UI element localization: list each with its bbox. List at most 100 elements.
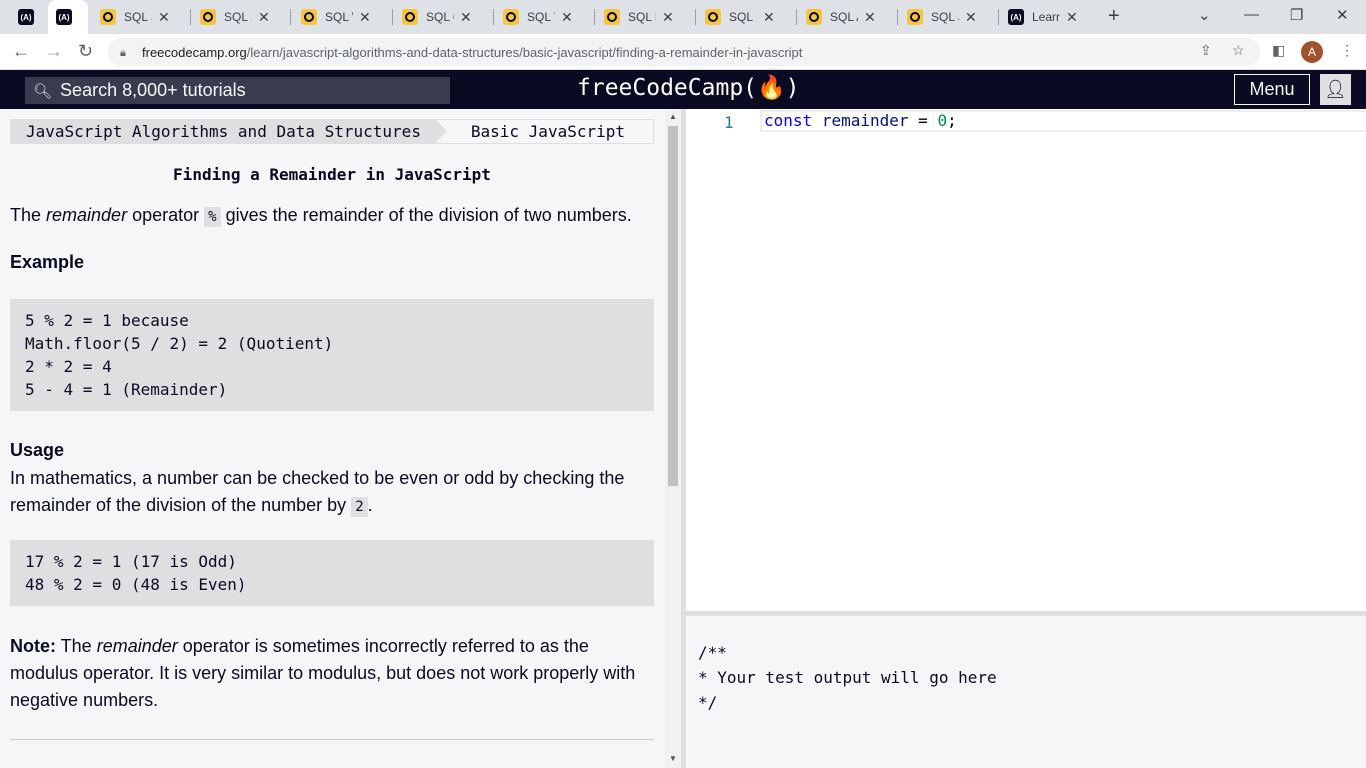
- code-line[interactable]: const remainder = 0;: [760, 110, 1366, 132]
- w3schools-favicon-icon: [705, 9, 721, 25]
- bookmark-star-icon[interactable]: ☆: [1232, 42, 1245, 59]
- search-box: 🔍︎: [25, 77, 450, 104]
- breadcrumb: JavaScript Algorithms and Data Structure…: [10, 119, 654, 144]
- close-tab-icon[interactable]: ✕: [1066, 9, 1078, 26]
- browser-tab-10[interactable]: SQL Jo ✕: [899, 0, 999, 34]
- kebab-menu-icon[interactable]: ⋮: [1340, 42, 1354, 59]
- url-host: freecodecamp.org: [142, 44, 247, 60]
- tab-label: SQL To: [527, 10, 555, 24]
- w3schools-favicon-icon: [907, 9, 923, 25]
- browser-tab-5[interactable]: SQL O ✕: [394, 0, 494, 34]
- new-tab-icon[interactable]: +: [1108, 5, 1120, 28]
- usage-heading: Usage: [10, 440, 65, 460]
- tab-separator: [290, 9, 291, 25]
- forward-icon[interactable]: →: [45, 41, 63, 62]
- tab-label: SQL Jo: [931, 10, 959, 24]
- tab-search-chevron-icon[interactable]: ⌄: [1198, 6, 1211, 24]
- keyword-token: const: [764, 111, 813, 130]
- note-label: Note:: [10, 636, 56, 656]
- minimize-icon[interactable]: —: [1244, 6, 1259, 23]
- browser-tab-3[interactable]: SQL Se ✕: [192, 0, 292, 34]
- instructions-scrollbar[interactable]: ▲ ▼: [665, 109, 681, 768]
- close-tab-icon[interactable]: ✕: [158, 9, 170, 26]
- inline-code: %: [204, 207, 221, 227]
- tab-label: SQL A: [830, 10, 858, 24]
- close-tab-icon[interactable]: ✕: [359, 9, 371, 26]
- browser-tab-9[interactable]: SQL A ✕: [798, 0, 898, 34]
- text: operator: [127, 205, 205, 225]
- address-bar[interactable]: 🔒︎ freecodecamp.org/learn/javascript-alg…: [108, 38, 1260, 66]
- tab-label: SQL W: [325, 10, 353, 24]
- tab-separator: [493, 9, 494, 25]
- back-icon[interactable]: ←: [12, 41, 30, 62]
- section-divider: [10, 739, 654, 740]
- browser-tab-11[interactable]: (A) Learn t ✕: [1000, 0, 1100, 34]
- scroll-up-icon[interactable]: ▲: [669, 112, 677, 121]
- search-input[interactable]: [60, 80, 441, 101]
- w3schools-favicon-icon: [402, 9, 418, 25]
- lock-icon[interactable]: 🔒︎: [120, 47, 130, 59]
- restore-icon[interactable]: ❐: [1290, 6, 1303, 24]
- tab-label: Learn t: [1032, 10, 1060, 24]
- tab-label: SQL Se: [224, 10, 252, 24]
- close-tab-icon[interactable]: ✕: [258, 9, 270, 26]
- test-output-panel: /** * Your test output will go here */: [686, 616, 1366, 768]
- user-avatar-icon[interactable]: 👤︎: [1320, 74, 1351, 105]
- breadcrumb-section[interactable]: Basic JavaScript: [434, 119, 654, 144]
- inline-code: 2: [351, 497, 368, 517]
- freecodecamp-favicon-icon: (A): [18, 9, 34, 25]
- freecodecamp-favicon-icon: (A): [56, 9, 72, 25]
- browser-toolbar: ← → ↻ 🔒︎ freecodecamp.org/learn/javascri…: [0, 34, 1366, 70]
- side-panel-icon[interactable]: ◧: [1272, 42, 1285, 59]
- browser-tab-8[interactable]: SQL In ✕: [697, 0, 797, 34]
- menu-button[interactable]: Menu: [1234, 74, 1310, 105]
- browser-tab-6[interactable]: SQL To ✕: [495, 0, 595, 34]
- close-tab-icon[interactable]: ✕: [965, 9, 977, 26]
- browser-tab-4[interactable]: SQL W ✕: [293, 0, 393, 34]
- close-tab-icon[interactable]: ✕: [864, 9, 876, 26]
- share-icon[interactable]: ⇪: [1200, 42, 1212, 59]
- browser-tab-1[interactable]: (A): [48, 0, 88, 34]
- usage-paragraph: In mathematics, a number can be checked …: [10, 465, 654, 521]
- browser-tab-7[interactable]: SQL D ✕: [596, 0, 696, 34]
- code-editor[interactable]: 1 const remainder = 0;: [686, 109, 1366, 611]
- tab-label: SQL In: [729, 10, 757, 24]
- intro-paragraph: The remainder operator % gives the remai…: [10, 202, 654, 231]
- scrollbar-thumb[interactable]: [668, 126, 678, 486]
- text: gives the remainder of the division of t…: [220, 205, 632, 225]
- tab-separator: [190, 9, 191, 25]
- breadcrumb-course[interactable]: JavaScript Algorithms and Data Structure…: [10, 119, 447, 144]
- close-window-icon[interactable]: ✕: [1336, 6, 1349, 24]
- usage-code-block: 17 % 2 = 1 (17 is Odd) 48 % 2 = 0 (48 is…: [10, 540, 654, 606]
- tab-label: SQL O: [426, 10, 454, 24]
- tab-separator: [695, 9, 696, 25]
- fcc-logo[interactable]: freeCodeCamp(🔥): [577, 74, 800, 101]
- challenge-title: Finding a Remainder in JavaScript: [173, 165, 491, 184]
- w3schools-favicon-icon: [806, 9, 822, 25]
- tab-separator: [392, 9, 393, 25]
- w3schools-favicon-icon: [604, 9, 620, 25]
- close-tab-icon[interactable]: ✕: [460, 9, 472, 26]
- reload-icon[interactable]: ↻: [78, 41, 93, 62]
- scroll-down-icon[interactable]: ▼: [669, 754, 677, 763]
- profile-avatar[interactable]: A: [1301, 41, 1323, 63]
- text: The: [56, 636, 97, 656]
- tab-separator: [998, 9, 999, 25]
- text: In mathematics, a number can be checked …: [10, 468, 625, 515]
- number-token: 0: [937, 111, 948, 130]
- emphasis: remainder: [46, 205, 128, 225]
- text: The: [10, 205, 47, 225]
- w3schools-favicon-icon: [200, 9, 216, 25]
- operator-token: =: [918, 111, 928, 130]
- close-tab-icon[interactable]: ✕: [763, 9, 775, 26]
- w3schools-favicon-icon: [503, 9, 519, 25]
- close-tab-icon[interactable]: ✕: [662, 9, 674, 26]
- line-number: 1: [724, 113, 734, 132]
- example-code-block: 5 % 2 = 1 because Math.floor(5 / 2) = 2 …: [10, 299, 654, 411]
- browser-tab-0[interactable]: (A): [10, 0, 50, 34]
- text: .: [367, 495, 373, 515]
- close-tab-icon[interactable]: ✕: [561, 9, 573, 26]
- semicolon-token: ;: [947, 111, 957, 130]
- browser-tab-2[interactable]: SQL Sy ✕: [92, 0, 192, 34]
- url-path: /learn/javascript-algorithms-and-data-st…: [246, 44, 803, 60]
